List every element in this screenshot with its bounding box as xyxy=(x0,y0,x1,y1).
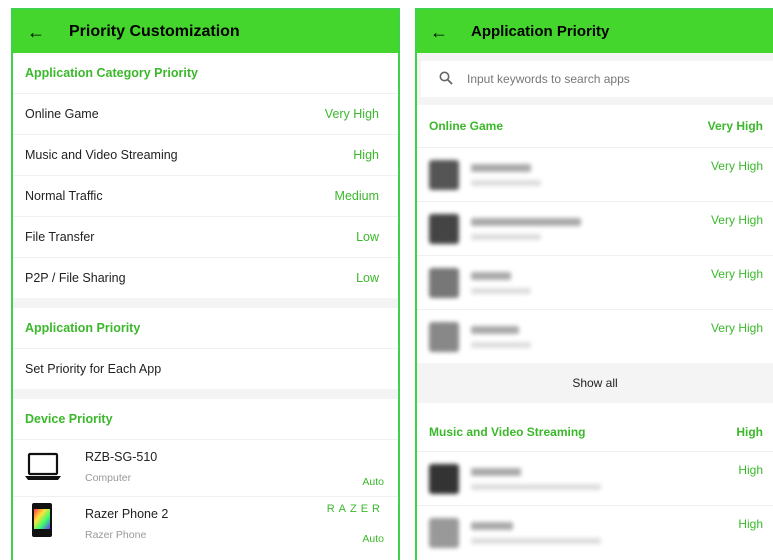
set-priority-label: Set Priority for Each App xyxy=(25,362,162,376)
search-input[interactable]: Input keywords to search apps xyxy=(421,61,773,97)
app-priority-value: Very High xyxy=(710,267,763,281)
category-label: Music and Video Streaming xyxy=(25,148,178,162)
app-bar: ← Priority Customization xyxy=(13,10,398,53)
app-row[interactable]: High xyxy=(417,505,773,559)
razer-logo: RAZER xyxy=(326,503,384,515)
app-row[interactable]: Very High xyxy=(417,147,773,201)
device-type: Computer xyxy=(85,472,132,484)
category-priority-header: Application Category Priority xyxy=(25,66,198,80)
device-row-computer[interactable]: RZB-SG-510 Computer Auto xyxy=(13,439,398,496)
app-name-redacted xyxy=(471,163,541,186)
section-name: Online Game xyxy=(429,119,504,133)
app-icon xyxy=(429,213,459,244)
app-icon xyxy=(429,267,459,298)
set-priority-each-app-row[interactable]: Set Priority for Each App xyxy=(13,348,398,389)
app-name-redacted xyxy=(471,217,581,240)
category-label: Normal Traffic xyxy=(25,189,103,203)
app-priority-value: High xyxy=(738,517,763,531)
section-divider xyxy=(13,298,398,308)
category-label: P2P / File Sharing xyxy=(25,271,126,285)
category-value: High xyxy=(353,148,379,162)
category-row-p2p[interactable]: P2P / File Sharing Low xyxy=(13,257,398,298)
category-value: Low xyxy=(356,271,379,285)
category-value: Very High xyxy=(324,107,379,121)
app-name-redacted xyxy=(471,325,531,348)
app-priority-value: High xyxy=(738,463,763,477)
category-row-online-game[interactable]: Online Game Very High xyxy=(13,93,398,134)
device-priority-value: Auto xyxy=(362,533,384,545)
device-type: Razer Phone xyxy=(85,529,147,541)
section-value: High xyxy=(736,425,763,439)
device-priority-value: Auto xyxy=(362,476,384,488)
laptop-icon xyxy=(25,452,61,487)
device-name: Razer Phone 2 xyxy=(85,507,169,521)
device-row-phone[interactable]: Razer Phone 2 Razer Phone RAZER Auto xyxy=(13,496,398,553)
category-row-normal-traffic[interactable]: Normal Traffic Medium xyxy=(13,175,398,216)
show-all-button[interactable]: Show all xyxy=(417,363,773,403)
app-name-redacted xyxy=(471,467,601,490)
back-arrow-icon[interactable]: ← xyxy=(429,23,449,41)
category-row-file-transfer[interactable]: File Transfer Low xyxy=(13,216,398,257)
category-row-streaming[interactable]: Music and Video Streaming High xyxy=(13,134,398,175)
page-title: Priority Customization xyxy=(69,22,240,40)
application-priority-screen: ← Application Priority Input keywords to… xyxy=(415,8,773,560)
search-placeholder: Input keywords to search apps xyxy=(467,72,630,86)
search-icon xyxy=(439,71,453,88)
app-name-redacted xyxy=(471,521,601,544)
section-online-game-header[interactable]: Online Game Very High xyxy=(417,105,773,147)
section-streaming-header[interactable]: Music and Video Streaming High xyxy=(417,413,773,451)
app-row[interactable]: Very High xyxy=(417,201,773,255)
app-name-redacted xyxy=(471,271,531,294)
section-divider xyxy=(417,403,773,413)
priority-customization-screen: ← Priority Customization Application Cat… xyxy=(11,8,400,560)
app-icon xyxy=(429,159,459,190)
category-label: File Transfer xyxy=(25,230,95,244)
app-row[interactable]: Very High xyxy=(417,309,773,363)
app-priority-value: Very High xyxy=(710,159,763,173)
category-value: Medium xyxy=(334,189,379,203)
device-name: RZB-SG-510 xyxy=(85,450,158,464)
app-priority-value: Very High xyxy=(710,321,763,335)
app-icon xyxy=(429,517,459,548)
category-label: Online Game xyxy=(25,107,99,121)
section-divider xyxy=(13,389,398,399)
application-priority-header: Application Priority xyxy=(25,321,141,335)
device-priority-header: Device Priority xyxy=(25,412,113,426)
phone-icon xyxy=(31,502,53,543)
section-name: Music and Video Streaming xyxy=(429,425,586,439)
category-value: Low xyxy=(356,230,379,244)
app-icon xyxy=(429,321,459,352)
page-title: Application Priority xyxy=(471,23,610,40)
app-icon xyxy=(429,463,459,494)
app-row[interactable]: Very High xyxy=(417,255,773,309)
app-priority-value: Very High xyxy=(710,213,763,227)
search-bar-container: Input keywords to search apps xyxy=(417,53,773,105)
app-bar: ← Application Priority xyxy=(417,10,773,53)
app-row[interactable]: High xyxy=(417,451,773,505)
back-arrow-icon[interactable]: ← xyxy=(26,23,46,41)
section-value: Very High xyxy=(707,119,763,133)
